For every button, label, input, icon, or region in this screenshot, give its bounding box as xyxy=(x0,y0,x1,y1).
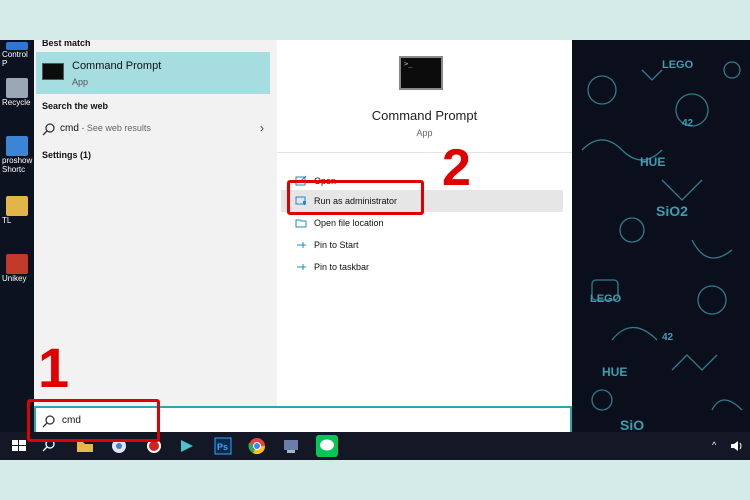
wallpaper-text: 42 xyxy=(662,332,674,343)
cmd-large-icon: >_ xyxy=(399,56,443,90)
desktop-wallpaper: LEGO HUE 42 SiO2 LEGO 42 HUE SiO xyxy=(572,40,750,432)
web-query-suffix: - See web results xyxy=(78,123,151,133)
desktop-icon-label: Control P xyxy=(2,50,28,68)
search-web-heading: Search the web xyxy=(42,101,109,111)
annotation-box-search xyxy=(27,399,160,442)
chrome-icon[interactable] xyxy=(248,437,266,455)
desktop-icons-column: Control P Recycle proshow Shortc TL Unik… xyxy=(0,40,34,432)
action-label: Open file location xyxy=(314,218,384,228)
action-label: Pin to Start xyxy=(314,240,359,250)
start-menu-results: Best match Command Prompt App Search the… xyxy=(34,40,277,406)
folder-icon xyxy=(295,219,307,228)
desktop-icon-control-panel[interactable]: Control P xyxy=(2,42,34,68)
action-open-file-location[interactable]: Open file location xyxy=(281,212,563,234)
control-panel-icon xyxy=(6,42,28,50)
desktop-icon-label: Recycle xyxy=(2,98,31,107)
settings-heading[interactable]: Settings (1) xyxy=(42,150,91,160)
cmd-icon xyxy=(42,63,64,80)
web-search-query: cmd - See web results xyxy=(60,123,151,134)
annotation-step-1: 1 xyxy=(38,336,70,399)
chevron-right-icon[interactable]: › xyxy=(260,121,264,135)
web-search-result[interactable]: cmd - See web results › xyxy=(42,121,264,138)
pin-icon xyxy=(297,242,306,248)
detail-subtitle: App xyxy=(416,128,433,138)
action-label: Pin to taskbar xyxy=(314,262,370,272)
desktop-icon-label: Unikey xyxy=(2,274,27,283)
screen: Control P Recycle proshow Shortc TL Unik… xyxy=(0,40,750,460)
proshow-icon xyxy=(6,136,28,156)
divider xyxy=(277,152,572,153)
media-player-icon[interactable] xyxy=(178,437,196,455)
search-icon xyxy=(42,123,55,136)
best-match-title: Command Prompt xyxy=(72,60,162,72)
wallpaper-text: SiO xyxy=(620,417,644,432)
recycle-bin-icon xyxy=(6,78,28,98)
unikey-icon xyxy=(6,254,28,274)
folder-icon xyxy=(6,196,28,216)
action-pin-to-start[interactable]: Pin to Start xyxy=(281,234,563,256)
start-menu-detail-pane: >_ Command Prompt App Open Run as admini… xyxy=(277,40,572,406)
desktop-icon-label: TL xyxy=(2,216,12,225)
web-query-text: cmd xyxy=(60,123,79,134)
desktop-icon-recycle[interactable]: Recycle xyxy=(2,78,34,107)
network-app-icon[interactable] xyxy=(282,437,300,455)
detail-title: Command Prompt xyxy=(371,108,478,123)
chevron-up-icon[interactable]: ^ xyxy=(712,440,716,450)
best-match-command-prompt[interactable]: Command Prompt App xyxy=(36,52,270,94)
wallpaper-text: 42 xyxy=(682,118,694,129)
wallpaper-doodles: LEGO HUE 42 SiO2 LEGO 42 HUE SiO xyxy=(572,40,750,432)
best-match-subtitle: App xyxy=(72,77,89,87)
cmd-prompt-glyph: >_ xyxy=(404,60,413,68)
desktop-icon-tl[interactable]: TL xyxy=(2,196,34,225)
annotation-step-2: 2 xyxy=(442,139,471,197)
action-pin-to-taskbar[interactable]: Pin to taskbar xyxy=(281,256,563,278)
wallpaper-text: SiO2 xyxy=(656,203,688,219)
annotation-box-run-as-admin xyxy=(287,180,424,215)
desktop-icon-label: proshow Shortc xyxy=(2,156,33,174)
wallpaper-text: LEGO xyxy=(590,293,622,305)
photoshop-icon[interactable]: Ps xyxy=(214,437,232,455)
desktop-icon-unikey[interactable]: Unikey xyxy=(2,254,34,283)
wallpaper-text: LEGO xyxy=(662,59,694,71)
svg-text:Ps: Ps xyxy=(217,442,228,452)
pin-icon xyxy=(297,264,306,270)
desktop-icon-proshow[interactable]: proshow Shortc xyxy=(2,136,34,174)
volume-icon[interactable] xyxy=(728,437,746,455)
wallpaper-text: HUE xyxy=(602,365,627,379)
wallpaper-text: HUE xyxy=(640,155,665,169)
line-app-icon[interactable] xyxy=(316,435,338,457)
best-match-heading: Best match xyxy=(42,40,91,48)
windows-start-icon[interactable] xyxy=(10,437,28,455)
